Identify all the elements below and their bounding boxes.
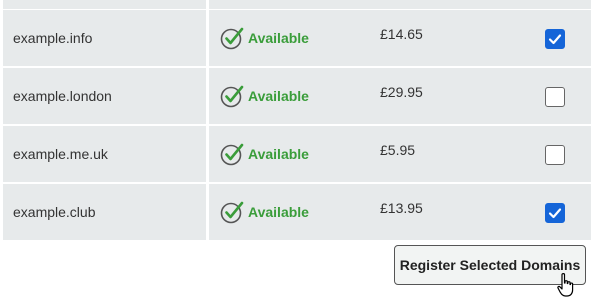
availability-status: Available [220, 84, 309, 108]
select-domain-checkbox[interactable] [545, 145, 565, 165]
domain-name: example.london [13, 88, 112, 104]
select-domain-checkbox[interactable] [545, 87, 565, 107]
availability-status: Available [220, 26, 309, 50]
checkmark-icon [548, 208, 562, 219]
domain-results-table: example.info Available £14.65 example.lo… [3, 10, 591, 240]
domain-name: example.club [13, 204, 96, 220]
select-domain-checkbox[interactable] [545, 29, 565, 49]
details-cell: Available £13.95 [209, 184, 591, 240]
previous-row-domain-cell [3, 0, 206, 9]
price: £14.65 [380, 26, 423, 42]
price: £5.95 [380, 142, 416, 158]
availability-status: Available [220, 142, 309, 166]
domain-cell: example.club [3, 184, 206, 240]
table-row: example.me.uk Available £5.95 [3, 126, 591, 182]
table-row: example.info Available £14.65 [3, 10, 591, 66]
check-circle-icon [220, 27, 244, 50]
hand-pointer-icon [557, 273, 574, 297]
status-label: Available [248, 204, 309, 220]
check-circle-icon [220, 143, 244, 166]
previous-row-fragment [3, 0, 591, 9]
check-circle-icon [220, 201, 244, 224]
price: £13.95 [380, 200, 423, 216]
domain-results-page: example.info Available £14.65 example.lo… [0, 0, 594, 304]
previous-row-rest-cell [209, 0, 591, 9]
check-circle-icon [220, 85, 244, 108]
domain-cell: example.london [3, 68, 206, 124]
price: £29.95 [380, 84, 423, 100]
status-label: Available [248, 88, 309, 104]
status-label: Available [248, 146, 309, 162]
table-row: example.london Available £29.95 [3, 68, 591, 124]
details-cell: Available £5.95 [209, 126, 591, 182]
domain-cell: example.me.uk [3, 126, 206, 182]
table-row: example.club Available £13.95 [3, 184, 591, 240]
checkmark-icon [548, 34, 562, 45]
domain-name: example.info [13, 30, 93, 46]
details-cell: Available £14.65 [209, 10, 591, 66]
select-domain-checkbox[interactable] [545, 203, 565, 223]
domain-cell: example.info [3, 10, 206, 66]
availability-status: Available [220, 200, 309, 224]
details-cell: Available £29.95 [209, 68, 591, 124]
status-label: Available [248, 30, 309, 46]
domain-name: example.me.uk [13, 146, 108, 162]
